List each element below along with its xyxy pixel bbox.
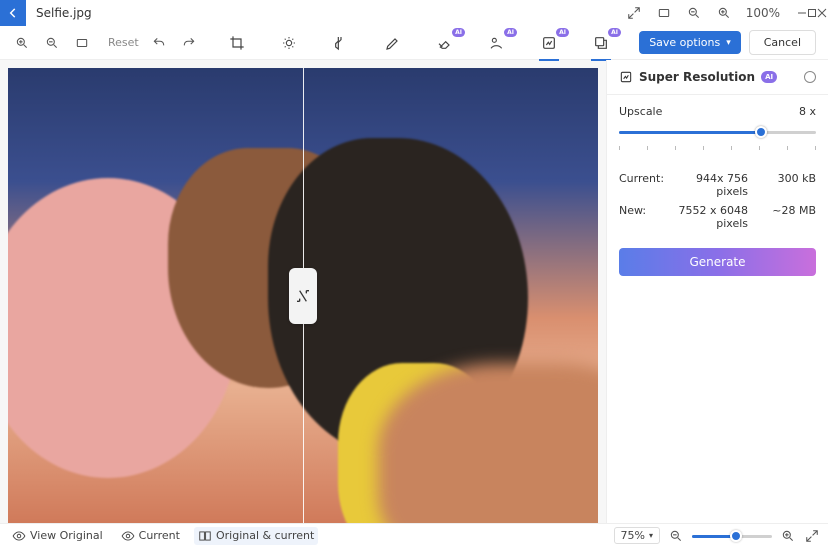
title-bar: Selfie.jpg 100% [0, 0, 828, 26]
upscale-label: Upscale [619, 105, 662, 118]
expand-icon[interactable] [626, 5, 642, 21]
compare-handle[interactable] [289, 268, 317, 324]
window-minimize-button[interactable] [797, 0, 807, 26]
zoom-out-button[interactable] [668, 528, 684, 544]
undo-button[interactable] [149, 33, 169, 53]
chevron-down-icon: ▾ [649, 531, 653, 540]
redo-button[interactable] [179, 33, 199, 53]
zoom-out-icon[interactable] [686, 5, 702, 21]
adjust-tool[interactable] [277, 31, 301, 55]
zoom-in-icon[interactable] [716, 5, 732, 21]
image-canvas[interactable] [8, 68, 598, 523]
filter-tool[interactable] [329, 31, 353, 55]
ai-badge: AI [504, 28, 517, 37]
view-compare-option[interactable]: Original & current [194, 527, 318, 545]
zoom-out-tool[interactable] [42, 33, 62, 53]
new-dimensions: 7552 x 6048 pixels [646, 204, 766, 230]
view-original-label: View Original [30, 529, 103, 542]
upscale-value: 8 x [799, 105, 816, 118]
ai-badge: AI [608, 28, 621, 37]
panel-toggle-radio[interactable] [804, 71, 816, 83]
super-resolution-tool[interactable]: AI [537, 31, 561, 55]
bottom-bar: View Original Current Original & current… [0, 523, 828, 547]
save-label: Save options [649, 36, 720, 49]
file-title: Selfie.jpg [36, 6, 92, 20]
back-button[interactable] [0, 0, 26, 26]
new-label: New: [619, 204, 646, 230]
crop-tool[interactable] [225, 31, 249, 55]
generate-button[interactable]: Generate [619, 248, 816, 276]
window-close-button[interactable] [817, 0, 827, 26]
chevron-down-icon: ▾ [726, 38, 731, 48]
panel-icon [619, 70, 633, 84]
background-tool[interactable]: AI [485, 31, 509, 55]
zoom-readout: 100% [746, 5, 780, 21]
upscale-slider[interactable] [619, 124, 816, 142]
reset-button[interactable]: Reset [108, 36, 139, 49]
zoom-in-button[interactable] [780, 528, 796, 544]
current-size: 300 kB [766, 172, 816, 198]
zoom-in-tool[interactable] [12, 33, 32, 53]
view-compare-label: Original & current [216, 529, 314, 542]
zoom-slider[interactable] [692, 529, 772, 543]
save-options-button[interactable]: Save options ▾ [639, 31, 741, 54]
window-maximize-button[interactable] [807, 0, 817, 26]
fit-screen-tool[interactable] [72, 33, 92, 53]
view-current-option[interactable]: Current [117, 527, 184, 545]
cancel-button[interactable]: Cancel [749, 30, 816, 55]
toolbar: Reset AI AI AI AI Save options ▾ Cancel [0, 26, 828, 60]
restyle-tool[interactable]: AI [589, 31, 613, 55]
eye-icon [121, 529, 135, 543]
split-icon [198, 529, 212, 543]
view-original-option[interactable]: View Original [8, 527, 107, 545]
current-dimensions: 944x 756 pixels [664, 172, 766, 198]
ai-badge: AI [556, 28, 569, 37]
new-size: ~28 MB [766, 204, 816, 230]
fit-icon[interactable] [656, 5, 672, 21]
super-resolution-panel: Super Resolution AI Upscale 8 x Current:… [606, 60, 828, 523]
eye-icon [12, 529, 26, 543]
fullscreen-button[interactable] [804, 528, 820, 544]
zoom-value: 75% [621, 529, 645, 542]
ai-badge: AI [761, 71, 777, 83]
panel-title: Super Resolution [639, 70, 755, 84]
erase-tool[interactable]: AI [433, 31, 457, 55]
markup-tool[interactable] [381, 31, 405, 55]
zoom-dropdown[interactable]: 75% ▾ [614, 527, 660, 544]
view-current-label: Current [139, 529, 180, 542]
current-label: Current: [619, 172, 664, 198]
ai-badge: AI [452, 28, 465, 37]
